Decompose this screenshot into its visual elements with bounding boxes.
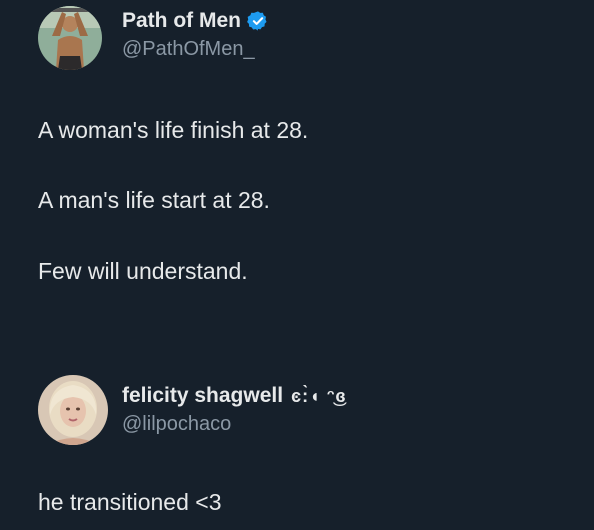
reply-text: he transitioned <3: [38, 489, 222, 515]
author-name-row: Path of Men: [122, 7, 269, 35]
post-text-line-3: Few will understand.: [38, 258, 248, 284]
post-text-line-1: A woman's life finish at 28.: [38, 117, 309, 143]
reply-author-avatar[interactable]: [38, 375, 108, 445]
muscular-man-avatar-icon: [38, 6, 102, 70]
post-text-line-2: A man's life start at 28.: [38, 187, 270, 213]
author-avatar[interactable]: [38, 6, 102, 70]
blonde-woman-avatar-icon: [38, 375, 108, 445]
reply-author-display-name[interactable]: felicity shagwell: [122, 382, 283, 410]
name-decoration: ͼ:̀◖ ᵔ͜ɞ: [291, 386, 347, 406]
author-handle[interactable]: @PathOfMen_: [122, 35, 269, 63]
reply-author-names: felicity shagwell ͼ:̀◖ ᵔ͜ɞ @lilpochaco: [122, 382, 347, 438]
author-display-name[interactable]: Path of Men: [122, 7, 241, 35]
author-names: Path of Men @PathOfMen_: [122, 7, 269, 63]
tweet-thread: Path of Men @PathOfMen_ A woman's life f…: [0, 0, 594, 530]
verified-badge-icon: [247, 11, 267, 31]
post-header: Path of Men @PathOfMen_: [38, 0, 269, 76]
reply-author-name-row: felicity shagwell ͼ:̀◖ ᵔ͜ɞ: [122, 382, 347, 410]
reply-header: felicity shagwell ͼ:̀◖ ᵔ͜ɞ @lilpochaco: [38, 372, 347, 448]
reply-author-handle[interactable]: @lilpochaco: [122, 410, 347, 438]
